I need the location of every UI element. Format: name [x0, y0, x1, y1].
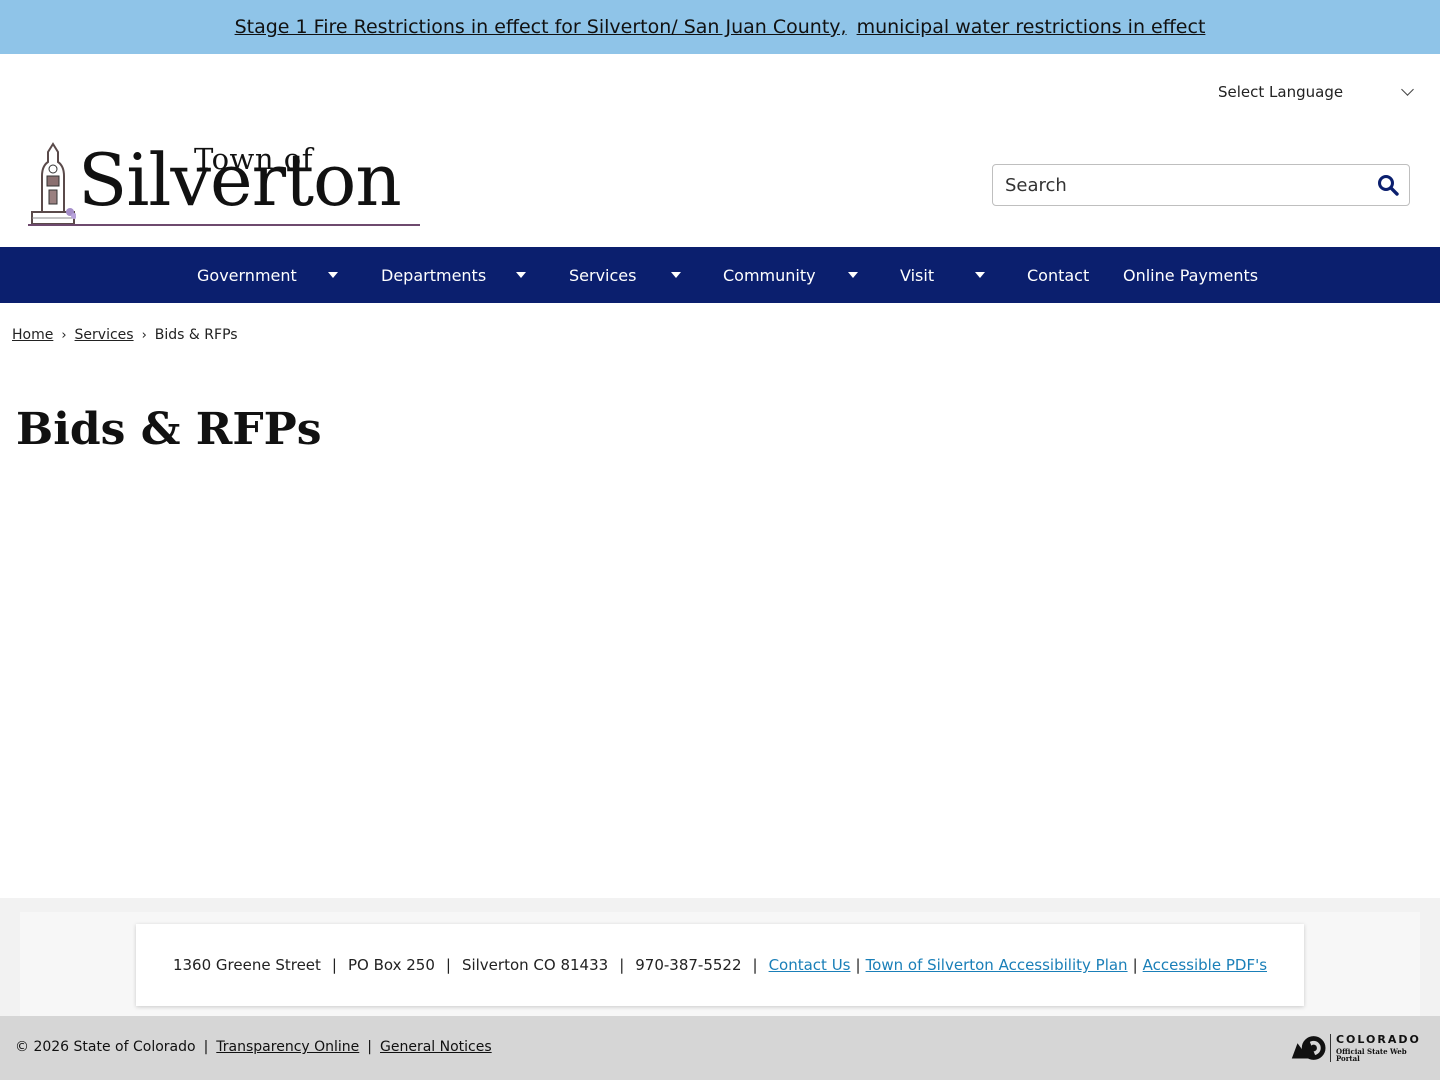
caret-down-icon[interactable] — [516, 272, 526, 278]
nav-item-community[interactable]: Community — [723, 247, 816, 303]
transparency-link[interactable]: Transparency Online — [216, 1039, 359, 1055]
caret-down-icon[interactable] — [328, 272, 338, 278]
breadcrumb-services-link[interactable]: Services — [75, 327, 134, 343]
bottom-bar: © 2026 State of Colorado | Transparency … — [0, 1016, 1440, 1080]
chevron-down-icon — [1401, 83, 1414, 96]
footer-address: 1360 Greene Street — [172, 956, 321, 974]
language-select-label: Select Language — [1218, 83, 1344, 101]
legal-separator: | — [203, 1039, 209, 1055]
main-nav: Government Departments Services Communit… — [0, 247, 1440, 303]
footer-phone: 970-387-5522 — [635, 956, 742, 974]
nav-item-label: Government — [197, 265, 297, 285]
legal-links: © 2026 State of Colorado | Transparency … — [15, 1039, 492, 1055]
nav-item-label: Community — [723, 265, 816, 285]
nav-item-contact[interactable]: Contact — [1027, 247, 1089, 303]
site-logo[interactable]: Town of Silverton — [28, 140, 422, 230]
water-restrictions-link[interactable]: municipal water restrictions in effect — [857, 16, 1206, 38]
copyright: © 2026 State of Colorado — [15, 1039, 196, 1055]
footer-accessibility-link[interactable]: Town of Silverton Accessibility Plan — [866, 956, 1128, 974]
breadcrumb-separator: › — [141, 327, 147, 343]
nav-item-services[interactable]: Services — [569, 247, 636, 303]
alert-banner: Stage 1 Fire Restrictions in effect for … — [0, 0, 1440, 54]
general-notices-link[interactable]: General Notices — [380, 1039, 492, 1055]
site-footer: 1360 Greene Street | PO Box 250 | Silver… — [0, 898, 1440, 1018]
caret-down-icon[interactable] — [848, 272, 858, 278]
footer-separator: | — [752, 956, 758, 974]
footer-pdf-link[interactable]: Accessible PDF's — [1143, 956, 1267, 974]
footer-separator: | — [619, 956, 625, 974]
footer-separator: | — [445, 956, 451, 974]
nav-item-label: Departments — [381, 265, 487, 285]
colorado-logo-subtitle: Official State Web Portal — [1335, 1047, 1407, 1063]
footer-separator: | — [1132, 956, 1138, 974]
fire-restrictions-link[interactable]: Stage 1 Fire Restrictions in effect for … — [235, 16, 847, 38]
search-box — [992, 164, 1410, 206]
breadcrumb: Home › Services › Bids & RFPs — [12, 327, 238, 343]
footer-po-box: PO Box 250 — [347, 956, 435, 974]
breadcrumb-home-link[interactable]: Home — [12, 327, 53, 343]
logo-name: Silverton — [78, 138, 402, 222]
nav-item-label: Online Payments — [1123, 265, 1259, 285]
footer-contact-card: 1360 Greene Street | PO Box 250 | Silver… — [136, 924, 1304, 1006]
colorado-logo-title: COLORADO — [1335, 1033, 1421, 1046]
nav-item-label: Visit — [900, 265, 935, 285]
colorado-c-logo-icon — [1291, 1036, 1326, 1060]
nav-item-government[interactable]: Government — [197, 247, 297, 303]
page-title: Bids & RFPs — [16, 404, 322, 455]
nav-item-label: Services — [569, 265, 637, 285]
caret-down-icon[interactable] — [975, 272, 985, 278]
footer-contact-link[interactable]: Contact Us — [769, 956, 851, 974]
clock-tower-icon — [31, 142, 76, 225]
logo-underline — [28, 224, 420, 226]
search-icon[interactable] — [1377, 174, 1399, 196]
breadcrumb-current: Bids & RFPs — [154, 327, 238, 343]
nav-item-visit[interactable]: Visit — [900, 247, 934, 303]
search-input[interactable] — [1005, 174, 1345, 196]
nav-item-departments[interactable]: Departments — [381, 247, 486, 303]
nav-item-online-payments[interactable]: Online Payments — [1123, 247, 1258, 303]
colorado-portal-logo[interactable]: COLORADO Official State Web Portal — [1288, 1032, 1428, 1064]
colorado-logo-text: COLORADO Official State Web Portal — [1329, 1033, 1428, 1063]
language-select[interactable]: Select Language — [1206, 78, 1418, 106]
footer-city: Silverton CO 81433 — [461, 956, 609, 974]
caret-down-icon[interactable] — [671, 272, 681, 278]
legal-separator: | — [367, 1039, 373, 1055]
nav-item-label: Contact — [1027, 265, 1090, 285]
breadcrumb-separator: › — [61, 327, 67, 343]
footer-separator: | — [331, 956, 337, 974]
footer-inner: 1360 Greene Street | PO Box 250 | Silver… — [20, 912, 1420, 1016]
footer-separator: | — [855, 956, 861, 974]
